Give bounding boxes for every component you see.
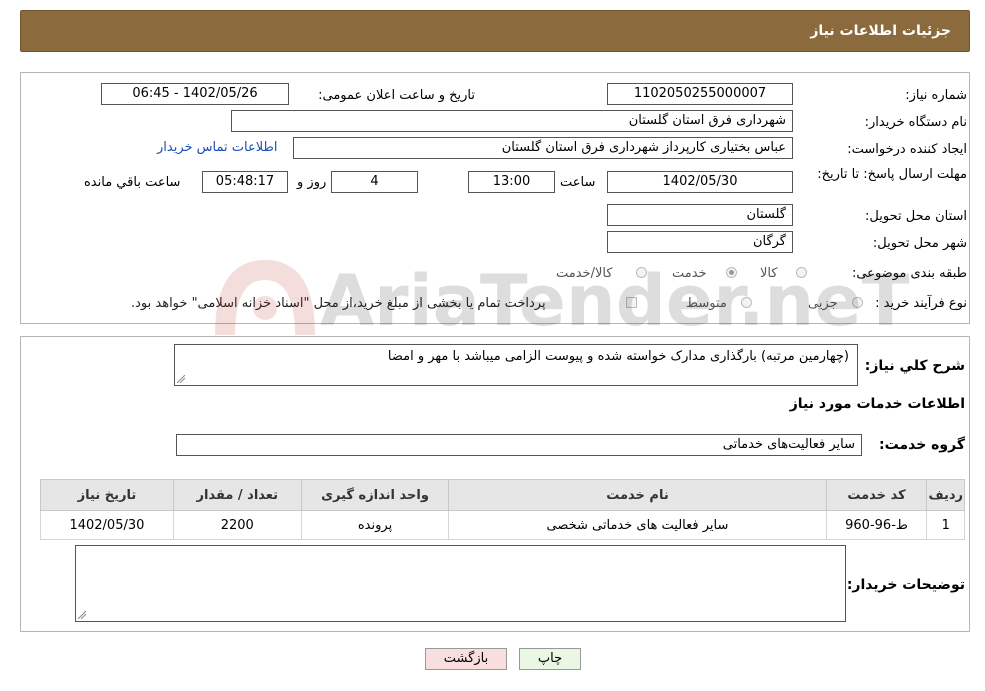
delivery-city-field[interactable]: گرگان bbox=[607, 231, 793, 253]
description-text: (چهارمین مرتبه) بارگذاری مدارک خواسته شد… bbox=[387, 349, 849, 364]
days-label: روز و bbox=[297, 175, 327, 190]
cell-quantity: 2200 bbox=[172, 510, 302, 540]
buyer-org-label: نام دستگاه خریدار: bbox=[864, 115, 967, 130]
table-row: 1 ط-96-960 سایر فعالیت های خدماتی شخصی پ… bbox=[40, 510, 965, 540]
services-table: رديف کد خدمت نام خدمت واحد اندازه گيری ت… bbox=[40, 479, 965, 540]
print-button[interactable]: چاپ bbox=[519, 648, 581, 670]
process-option-minor: جزیی bbox=[808, 296, 838, 311]
service-group-label: گروه خدمت: bbox=[879, 437, 965, 453]
buyer-contact-link[interactable]: اطلاعات تماس خریدار bbox=[157, 140, 277, 155]
process-radio-medium[interactable] bbox=[741, 297, 752, 308]
remaining-time-field[interactable]: 05:48:17 bbox=[202, 171, 288, 193]
resize-grip-icon[interactable] bbox=[78, 611, 86, 619]
cell-row-number: 1 bbox=[926, 510, 965, 540]
treasury-bond-note: پرداخت تمام یا بخشی از مبلغ خرید،از محل … bbox=[131, 296, 546, 311]
delivery-city-label: شهر محل تحویل: bbox=[872, 236, 967, 251]
process-option-medium: متوسط bbox=[686, 296, 727, 311]
cell-unit: پرونده bbox=[300, 510, 450, 540]
need-number-label: شماره نیاز: bbox=[905, 88, 967, 103]
announce-datetime-field[interactable]: 1402/05/26 - 06:45 bbox=[101, 83, 289, 105]
purchase-process-label: نوع فرآیند خرید : bbox=[875, 296, 967, 311]
services-section-title: اطلاعات خدمات مورد نياز bbox=[789, 396, 965, 412]
deadline-time-field[interactable]: 13:00 bbox=[468, 171, 555, 193]
buyer-notes-label: توضيحات خريدار: bbox=[846, 577, 965, 593]
col-quantity: تعداد / مقدار bbox=[172, 479, 302, 511]
delivery-province-field[interactable]: گلستان bbox=[607, 204, 793, 226]
cell-service-name: سایر فعالیت های خدماتی شخصی bbox=[448, 510, 827, 540]
col-row-number: رديف bbox=[926, 479, 965, 511]
col-unit: واحد اندازه گيری bbox=[300, 479, 450, 511]
delivery-province-label: استان محل تحویل: bbox=[865, 209, 967, 224]
back-button[interactable]: بازگشت bbox=[425, 648, 507, 670]
category-label: طبقه بندی موضوعی: bbox=[851, 266, 967, 281]
description-textarea[interactable]: (چهارمین مرتبه) بارگذاری مدارک خواسته شد… bbox=[174, 344, 858, 386]
need-number-field[interactable]: 1102050255000007 bbox=[607, 83, 793, 105]
col-need-date: تاريخ نياز bbox=[40, 479, 174, 511]
requester-label: ایجاد کننده درخواست: bbox=[847, 142, 967, 157]
buyer-notes-textarea[interactable] bbox=[75, 545, 846, 622]
category-radio-goods[interactable] bbox=[796, 267, 807, 278]
col-service-name: نام خدمت bbox=[448, 479, 827, 511]
resize-grip-icon[interactable] bbox=[177, 375, 185, 383]
deadline-label: مهلت ارسال پاسخ: تا تاریخ: bbox=[817, 167, 967, 182]
category-option-goods: کالا bbox=[760, 266, 778, 281]
deadline-time-label: ساعت bbox=[560, 175, 596, 190]
category-radio-goods-service[interactable] bbox=[636, 267, 647, 278]
service-group-field[interactable]: سایر فعالیت‌های خدماتی bbox=[176, 434, 862, 456]
category-option-goods-service: کالا/خدمت bbox=[556, 266, 613, 281]
remaining-days-field[interactable]: 4 bbox=[331, 171, 418, 193]
table-header-row: رديف کد خدمت نام خدمت واحد اندازه گيری ت… bbox=[40, 479, 965, 511]
announce-datetime-label: تاریخ و ساعت اعلان عمومی: bbox=[318, 88, 475, 103]
page-title: جزئیات اطلاعات نیاز bbox=[810, 23, 951, 39]
category-radio-service[interactable] bbox=[726, 267, 737, 278]
requester-field[interactable]: عباس بختیاری کارپرداز شهرداری فرق استان … bbox=[293, 137, 793, 159]
cell-need-date: 1402/05/30 bbox=[40, 510, 174, 540]
deadline-date-field[interactable]: 1402/05/30 bbox=[607, 171, 793, 193]
page-header: جزئیات اطلاعات نیاز bbox=[20, 10, 970, 52]
category-option-service: خدمت bbox=[672, 266, 707, 281]
remaining-time-label: ساعت باقي مانده bbox=[84, 175, 181, 190]
buyer-org-field[interactable]: شهرداری فرق استان گلستان bbox=[231, 110, 793, 132]
process-radio-minor[interactable] bbox=[852, 297, 863, 308]
cell-service-code: ط-96-960 bbox=[825, 510, 928, 540]
treasury-bond-checkbox[interactable] bbox=[626, 297, 637, 308]
col-service-code: کد خدمت bbox=[825, 479, 928, 511]
description-label: شرح کلي نياز: bbox=[864, 358, 965, 374]
